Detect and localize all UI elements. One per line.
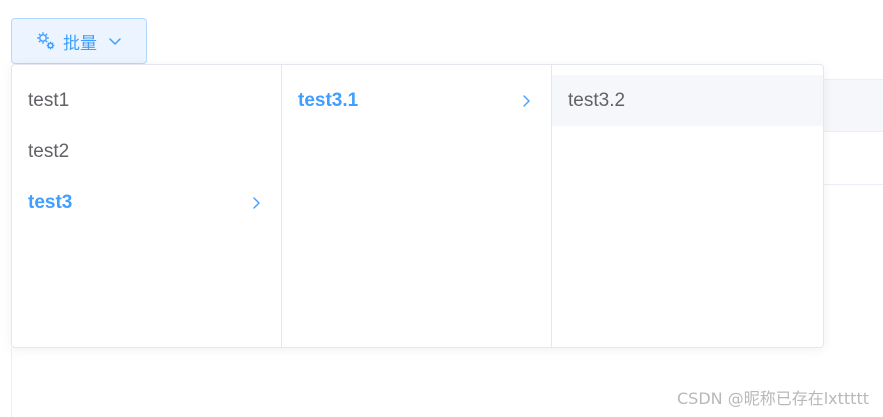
batch-button-label: 批量 <box>63 33 97 53</box>
gears-icon <box>35 30 57 52</box>
cascader-option-test3[interactable]: test3 <box>12 177 281 228</box>
cascader-menu-level-3: test3.2 <box>552 65 823 347</box>
cascader-option-label: test1 <box>28 89 70 111</box>
cascader-menu-level-2: test3.1 <box>282 65 552 347</box>
background-table-divider <box>824 184 883 185</box>
cascader-option-test3-1[interactable]: test3.1 <box>282 75 551 126</box>
cascader-menu-level-1: test1 test2 test3 <box>12 65 282 347</box>
cascader-option-label: test2 <box>28 140 70 162</box>
page: 批量 test1 test2 test3 test3.1 test3.2 CSD… <box>0 0 883 417</box>
cascader-option-label: test3 <box>28 191 73 213</box>
cascader-option-test2[interactable]: test2 <box>12 126 281 177</box>
batch-button[interactable]: 批量 <box>11 18 147 64</box>
chevron-right-icon <box>519 94 533 108</box>
cascader-option-test3-2[interactable]: test3.2 <box>552 75 823 126</box>
cascader-dropdown: test1 test2 test3 test3.1 test3.2 <box>11 64 824 348</box>
watermark-text: CSDN @昵称已存在lxttttt <box>677 389 869 408</box>
chevron-down-icon <box>107 33 123 49</box>
cascader-option-label: test3.2 <box>568 89 626 111</box>
cascader-option-label: test3.1 <box>298 89 359 111</box>
background-table-row <box>824 79 883 132</box>
chevron-right-icon <box>249 196 263 210</box>
background-table-border <box>11 348 12 417</box>
cascader-option-test1[interactable]: test1 <box>12 75 281 126</box>
